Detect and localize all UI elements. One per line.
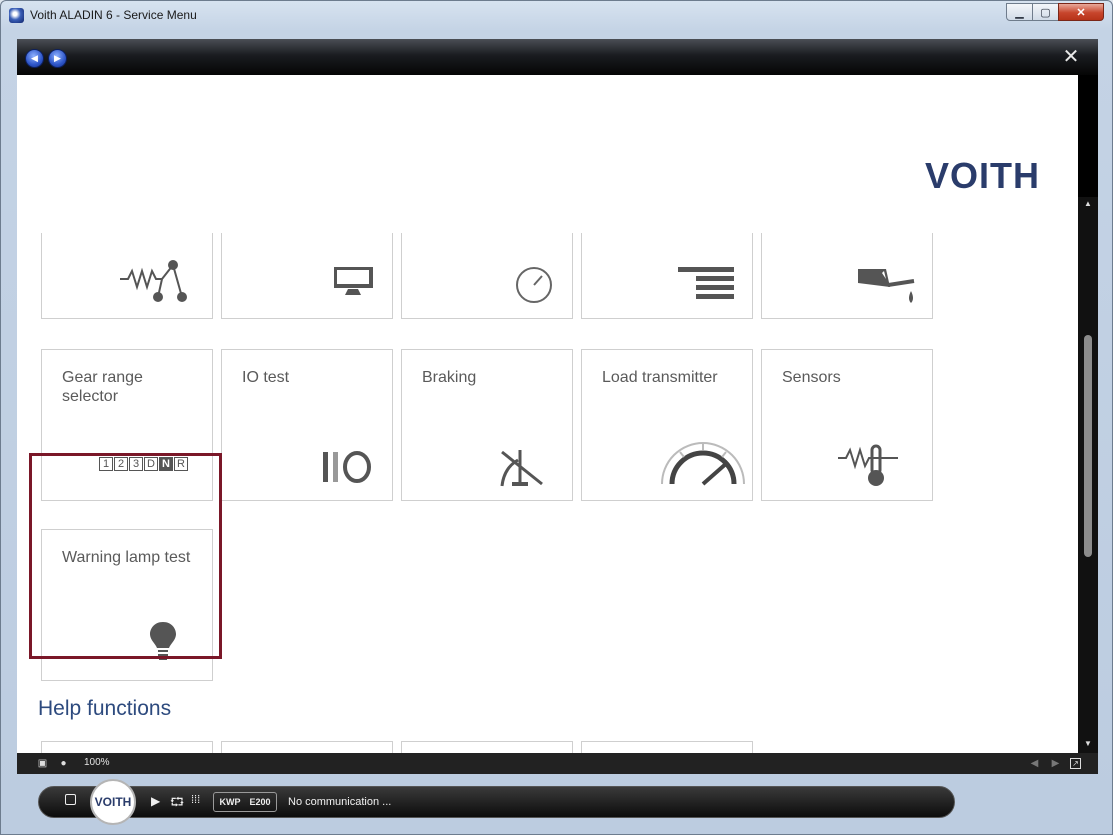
forward-button[interactable]: ▶ — [48, 49, 67, 68]
tile-braking[interactable]: Braking — [401, 349, 573, 501]
tile-label: Braking — [422, 369, 477, 386]
monitor-icon — [334, 267, 373, 295]
tile-oil-can[interactable] — [761, 233, 933, 319]
help-functions-heading: Help functions — [38, 697, 172, 720]
help-tile[interactable] — [221, 741, 393, 753]
help-tile[interactable] — [401, 741, 573, 753]
protocol-label: KWP — [219, 797, 241, 807]
scroll-up-arrow[interactable]: ▲ — [1082, 199, 1094, 209]
zoom-icon[interactable]: ● — [58, 758, 69, 769]
tile-dial-gauge[interactable] — [401, 233, 573, 319]
voith-round-logo[interactable]: VOITH — [90, 779, 136, 825]
close-menu-button[interactable]: ✕ — [1061, 47, 1081, 67]
fit-screen-icon[interactable]: ▣ — [37, 758, 48, 769]
tile-label: Gear range selector — [62, 369, 143, 405]
thermometer-sensor-icon — [838, 444, 898, 486]
oil-can-icon — [858, 269, 915, 303]
help-tile[interactable] — [581, 741, 753, 753]
title-bar: Voith ALADIN 6 - Service Menu ▁ ▢ ✕ — [1, 1, 1112, 29]
back-button[interactable]: ◀ — [25, 49, 44, 68]
scroll-left-icon[interactable]: ◀ — [1029, 758, 1040, 769]
help-tile[interactable] — [41, 741, 213, 753]
protocol-indicator[interactable]: KWP E200 — [213, 792, 277, 812]
resistor-switch-icon — [120, 260, 187, 302]
play-icon[interactable]: ▶ — [151, 794, 160, 808]
grid-icon[interactable]: ⁞⁞⁞ — [191, 794, 200, 806]
scroll-thumb[interactable] — [1084, 335, 1092, 557]
application-window: Voith ALADIN 6 - Service Menu ▁ ▢ ✕ ◀ ▶ … — [0, 0, 1113, 835]
client-area: ◀ ▶ ✕ VOITH Gear range selector 1 2 3 D … — [17, 39, 1098, 774]
minimize-button[interactable]: ▁ — [1006, 3, 1033, 21]
loop-icon[interactable]: ⮔ — [170, 793, 184, 814]
status-bar: ▣ ● 100% ◀ ▶ ↗ — [17, 753, 1098, 774]
vertical-scrollbar[interactable]: ▲ ▼ — [1078, 197, 1098, 753]
menu-lines-icon — [678, 267, 734, 299]
navigation-bar: ◀ ▶ ✕ — [17, 39, 1098, 75]
tile-monitor[interactable] — [221, 233, 393, 319]
maximize-button[interactable]: ▢ — [1032, 3, 1059, 21]
communication-status: No communication ... — [288, 796, 392, 808]
close-window-button[interactable]: ✕ — [1058, 3, 1104, 21]
tile-resistor-switch[interactable] — [41, 233, 213, 319]
braking-lever-icon — [500, 450, 543, 487]
voith-logo: VOITH — [925, 155, 1041, 196]
tile-menu-lines[interactable] — [581, 233, 753, 319]
device-label: E200 — [249, 797, 271, 807]
window-title: Voith ALADIN 6 - Service Menu — [30, 8, 197, 22]
tile-sensors[interactable]: Sensors — [761, 349, 933, 501]
dial-gauge-icon — [516, 267, 552, 303]
tile-label: Sensors — [782, 369, 841, 386]
scroll-right-icon[interactable]: ▶ — [1050, 758, 1061, 769]
app-icon — [9, 8, 24, 23]
scroll-down-arrow[interactable]: ▼ — [1082, 739, 1094, 749]
io-test-icon — [323, 451, 371, 483]
selection-highlight — [29, 453, 222, 659]
tile-label: IO test — [242, 369, 290, 386]
tile-io-test[interactable]: IO test — [221, 349, 393, 501]
expand-icon[interactable]: ↗ — [1070, 758, 1081, 769]
zoom-level: 100% — [84, 757, 110, 768]
service-menu-content: VOITH Gear range selector 1 2 3 D N R IO… — [17, 75, 1078, 753]
tile-load-transmitter[interactable]: Load transmitter — [581, 349, 753, 501]
stop-icon[interactable] — [65, 794, 76, 805]
load-gauge-icon — [661, 442, 745, 486]
tile-label: Load transmitter — [602, 369, 718, 386]
